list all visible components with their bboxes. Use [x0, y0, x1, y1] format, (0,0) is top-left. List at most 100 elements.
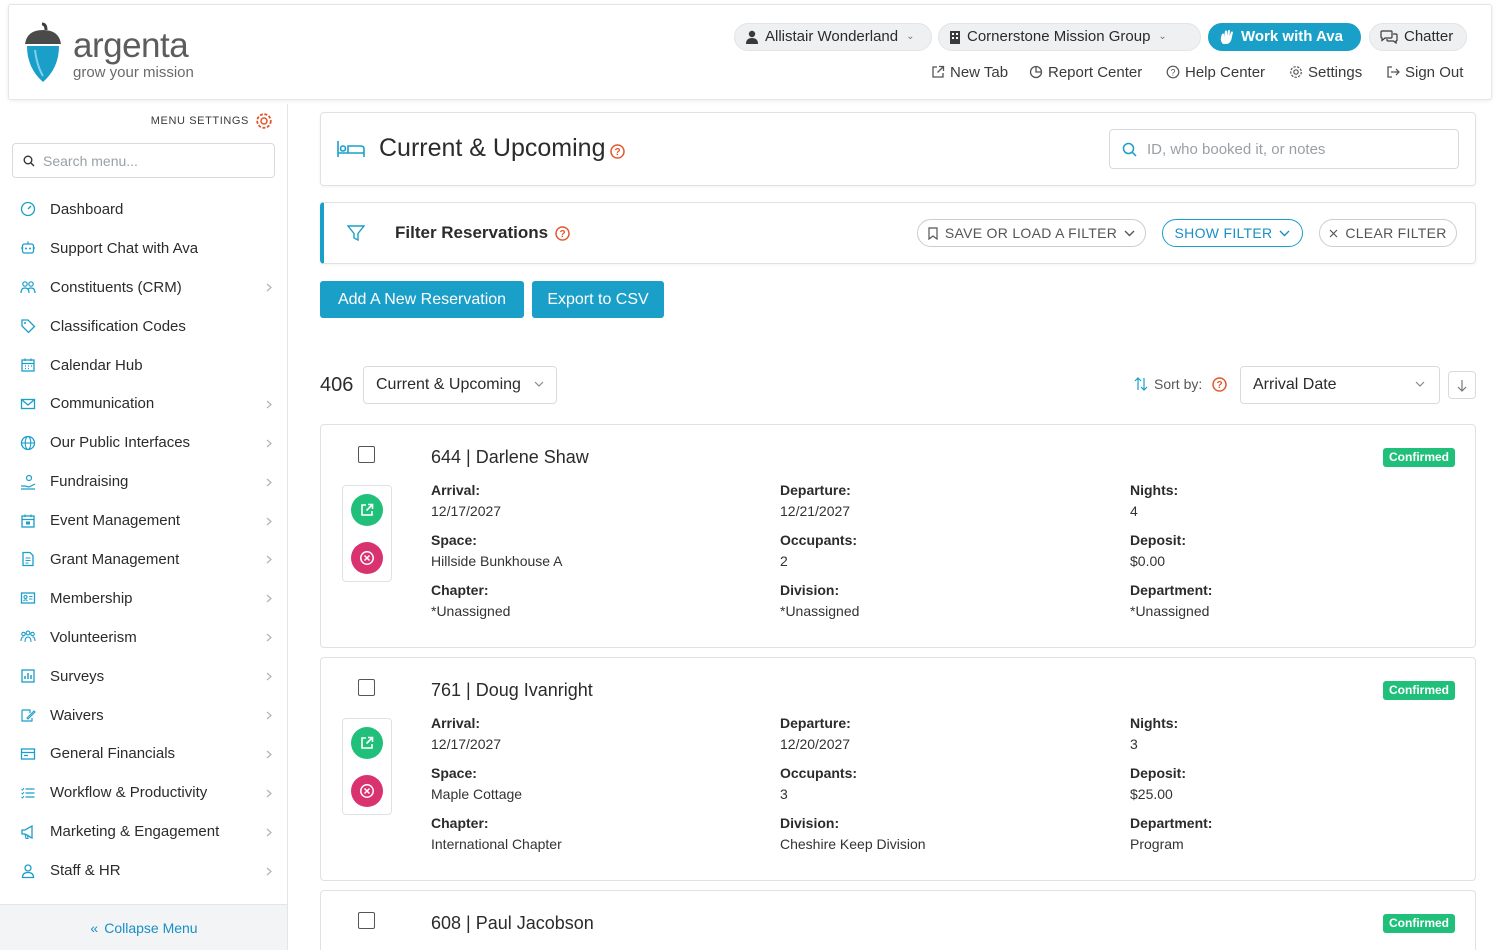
- list-icon: [21, 787, 35, 799]
- sidebar-item-membership[interactable]: Membership: [0, 579, 287, 618]
- help-icon[interactable]: ?: [610, 144, 625, 159]
- sidebar-item-volunteerism[interactable]: Volunteerism: [0, 618, 287, 657]
- sidebar-item-staff-hr[interactable]: Staff & HR: [0, 851, 287, 890]
- chevron-right-icon: [266, 789, 272, 798]
- sidebar-item-grant-management[interactable]: Grant Management: [0, 540, 287, 579]
- work-with-ava-button[interactable]: Work with Ava: [1208, 23, 1361, 51]
- sidebar-item-waivers[interactable]: Waivers: [0, 696, 287, 735]
- help-icon[interactable]: ?: [555, 226, 570, 241]
- sidebar-item-general-financials[interactable]: General Financials: [0, 734, 287, 773]
- report-center-link[interactable]: Report Center: [1029, 62, 1142, 82]
- menu-settings-link[interactable]: MENU SETTINGS: [151, 112, 273, 130]
- help-center-link[interactable]: ? Help Center: [1166, 62, 1265, 82]
- sort-direction-button[interactable]: [1448, 371, 1476, 399]
- sidebar-item-label: Membership: [50, 589, 133, 607]
- event-icon: [21, 514, 35, 528]
- scope-select[interactable]: Current & Upcoming: [363, 366, 557, 404]
- sidebar-item-label: Fundraising: [50, 473, 129, 491]
- sidebar-item-communication[interactable]: Communication: [0, 384, 287, 423]
- sidebar-item-classification-codes[interactable]: Classification Codes: [0, 307, 287, 346]
- sidebar-nav: Dashboard Support Chat with Ava Constitu…: [0, 190, 287, 890]
- occupants-field: Occupants: 2: [780, 530, 1080, 572]
- organization-menu[interactable]: Cornerstone Mission Group ⌄: [938, 23, 1201, 51]
- tag-icon: [21, 319, 36, 334]
- sidebar-item-support-chat[interactable]: Support Chat with Ava: [0, 229, 287, 268]
- report-center-label: Report Center: [1048, 63, 1143, 81]
- field-label: Division:: [780, 815, 840, 831]
- search-menu-field[interactable]: [12, 143, 275, 178]
- sidebar-item-label: Support Chat with Ava: [50, 239, 199, 257]
- field-value: Program: [1130, 836, 1184, 852]
- organization-name: Cornerstone Mission Group: [967, 28, 1151, 45]
- sidebar-item-surveys[interactable]: Surveys: [0, 657, 287, 696]
- field-label: Nights:: [1130, 482, 1179, 498]
- hand-coin-icon: [21, 474, 36, 490]
- sidebar-item-fundraising[interactable]: Fundraising: [0, 462, 287, 501]
- reservation-title[interactable]: 761 | Doug Ivanright: [431, 680, 593, 701]
- status-badge: Confirmed: [1383, 914, 1455, 933]
- reservation-search-field[interactable]: [1109, 129, 1459, 169]
- sidebar-item-label: Dashboard: [50, 200, 124, 218]
- chatter-button[interactable]: Chatter: [1369, 23, 1467, 51]
- filter-title: Filter Reservations: [395, 223, 549, 242]
- field-value: 12/21/2027: [780, 503, 851, 519]
- sidebar-item-calendar-hub[interactable]: Calendar Hub: [0, 346, 287, 385]
- sidebar-item-event-management[interactable]: Event Management: [0, 501, 287, 540]
- field-value: 12/20/2027: [780, 736, 851, 752]
- collapse-menu-button[interactable]: « Collapse Menu: [0, 904, 287, 950]
- brand-name: argenta: [73, 26, 189, 65]
- group-icon: [20, 630, 36, 643]
- clear-filter-button[interactable]: CLEAR FILTER: [1319, 219, 1457, 247]
- add-reservation-button[interactable]: Add A New Reservation: [320, 281, 524, 318]
- sidebar-item-dashboard[interactable]: Dashboard: [0, 190, 287, 229]
- user-menu[interactable]: Allistair Wonderland ⌄: [734, 23, 932, 51]
- field-label: Department:: [1130, 815, 1213, 831]
- sort-select[interactable]: Arrival Date: [1240, 366, 1440, 404]
- sidebar-item-label: Waivers: [50, 706, 104, 724]
- cancel-reservation-button[interactable]: [351, 542, 383, 574]
- sidebar-item-public-interfaces[interactable]: Our Public Interfaces: [0, 423, 287, 462]
- export-csv-button[interactable]: Export to CSV: [532, 281, 664, 318]
- open-reservation-button[interactable]: [351, 494, 383, 526]
- reservation-title[interactable]: 608 | Paul Jacobson: [431, 913, 594, 934]
- argenta-logo[interactable]: argenta grow your mission: [23, 22, 213, 84]
- settings-link[interactable]: Settings: [1289, 62, 1362, 82]
- arrival-field: Arrival: 12/17/2027: [431, 713, 731, 755]
- reservation-card: 608 | Paul Jacobson Confirmed: [320, 890, 1476, 950]
- field-label: Space:: [431, 765, 477, 781]
- new-tab-link[interactable]: New Tab: [931, 62, 1008, 82]
- cancel-reservation-button[interactable]: [351, 775, 383, 807]
- show-filter-label: SHOW FILTER: [1174, 225, 1273, 241]
- select-checkbox[interactable]: [358, 446, 375, 463]
- open-reservation-button[interactable]: [351, 727, 383, 759]
- chevron-right-icon: [266, 283, 272, 292]
- gear-icon: [1290, 66, 1302, 78]
- sign-out-icon: [1387, 66, 1400, 78]
- select-checkbox[interactable]: [358, 679, 375, 696]
- chevron-right-icon: [266, 867, 272, 876]
- sidebar-item-constituents[interactable]: Constituents (CRM): [0, 268, 287, 307]
- reservation-actions: [342, 718, 392, 815]
- sidebar-item-label: Constituents (CRM): [50, 278, 182, 296]
- sidebar-item-workflow-productivity[interactable]: Workflow & Productivity: [0, 773, 287, 812]
- reservation-search-input[interactable]: [1147, 140, 1447, 158]
- search-menu-input[interactable]: [43, 152, 253, 169]
- show-filter-button[interactable]: SHOW FILTER: [1162, 219, 1303, 247]
- sidebar-item-marketing-engagement[interactable]: Marketing & Engagement: [0, 812, 287, 851]
- save-load-filter-button[interactable]: SAVE OR LOAD A FILTER: [917, 219, 1146, 247]
- sidebar-item-label: Our Public Interfaces: [50, 434, 191, 452]
- question-circle-icon: ?: [1166, 65, 1180, 79]
- reservation-title[interactable]: 644 | Darlene Shaw: [431, 447, 589, 468]
- chat-bubbles-icon: [1380, 30, 1398, 44]
- space-field: Space: Maple Cottage: [431, 763, 731, 805]
- deposit-field: Deposit: $0.00: [1130, 530, 1430, 572]
- pie-chart-icon: [1029, 65, 1043, 79]
- settings-label: Settings: [1308, 63, 1363, 81]
- help-icon[interactable]: ?: [1212, 377, 1227, 392]
- sidebar-item-label: Surveys: [50, 667, 105, 685]
- department-field: Department: *Unassigned: [1130, 580, 1430, 622]
- people-icon: [20, 281, 36, 294]
- select-checkbox[interactable]: [358, 912, 375, 929]
- sidebar-item-label: Communication: [50, 395, 155, 413]
- sign-out-link[interactable]: Sign Out: [1386, 62, 1463, 82]
